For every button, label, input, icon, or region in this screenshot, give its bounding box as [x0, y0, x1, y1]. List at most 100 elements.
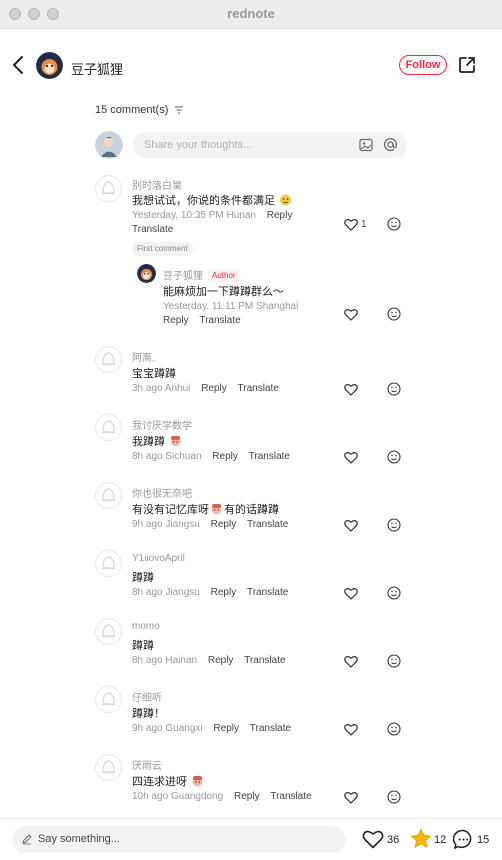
window-title: rednote [227, 6, 275, 21]
comment-text-body: 我蹲蹲 [132, 436, 165, 448]
reply-button[interactable]: Reply [208, 655, 234, 666]
comment-location: Hunan [226, 210, 256, 221]
translate-button[interactable]: Translate [244, 655, 285, 666]
emoji-reaction-icon[interactable] [387, 217, 401, 231]
heart-icon[interactable] [344, 587, 358, 600]
reply-button[interactable]: Reply [267, 210, 293, 221]
translate-button[interactable]: Translate [238, 383, 279, 394]
translate-button[interactable]: Translate [250, 723, 291, 734]
sort-icon[interactable] [174, 106, 184, 114]
author-avatar[interactable] [36, 52, 63, 79]
commenter-avatar[interactable] [95, 482, 122, 509]
collect-star-icon[interactable] [410, 828, 432, 849]
pencil-icon [22, 834, 32, 845]
translate-button[interactable]: Translate [270, 791, 311, 802]
commenter-name[interactable]: 你也很无奈吧 [132, 485, 192, 500]
commenter-name[interactable]: momo [132, 621, 160, 632]
heart-icon[interactable] [344, 791, 358, 804]
emoji-reaction-icon[interactable] [387, 790, 401, 804]
heart-icon[interactable] [344, 655, 358, 668]
commenter-avatar[interactable] [95, 618, 122, 645]
reply-author-name[interactable]: 豆子狐狸 [163, 271, 203, 282]
comment-meta: 9h ago Jiangsu Reply Translate [132, 519, 288, 530]
heart-icon[interactable] [344, 451, 358, 464]
comment-input[interactable]: Share your thoughts... [132, 132, 407, 158]
commenter-avatar[interactable] [95, 175, 122, 202]
like-heart-icon[interactable] [362, 829, 384, 849]
commenter-avatar[interactable] [95, 754, 122, 781]
author-badge: Author [208, 270, 240, 282]
translate-button[interactable]: Translate [247, 587, 288, 598]
mention-icon[interactable] [383, 137, 398, 152]
reply-button[interactable]: Reply [201, 383, 227, 394]
sticker-emoji-icon [211, 504, 222, 515]
comment-location: Anhui [164, 383, 191, 394]
reply-author-avatar[interactable] [137, 264, 156, 283]
comment-bubble-icon[interactable] [453, 829, 474, 850]
back-arrow-icon[interactable] [10, 54, 28, 76]
comment-time: Yesterday, 10:35 PM [132, 210, 224, 221]
comment-text: 蹲蹲 [132, 640, 154, 652]
commenter-avatar[interactable] [95, 550, 122, 577]
commenter-name[interactable]: 我讨厌学数学 [132, 417, 192, 432]
emoji-reaction-icon[interactable] [387, 586, 401, 600]
my-avatar [95, 131, 123, 159]
heart-icon[interactable] [344, 218, 358, 231]
commenter-name[interactable]: 仔细听 [132, 689, 162, 704]
heart-icon[interactable] [344, 383, 358, 396]
share-icon[interactable] [458, 56, 476, 74]
comment-time: 8h ago [132, 655, 163, 666]
reply-button[interactable]: Reply [234, 791, 260, 802]
translate-button[interactable]: Translate [132, 224, 173, 235]
sticker-emoji-icon [192, 776, 203, 787]
comment-count-label: 15 comment(s) [95, 104, 169, 116]
commenter-avatar[interactable] [95, 686, 122, 713]
emoji-reaction-icon[interactable] [387, 654, 401, 668]
reply-actions: Reply Translate [163, 315, 241, 326]
commenter-name[interactable]: 厌雨云 [132, 757, 162, 772]
heart-icon[interactable] [344, 308, 358, 321]
reply-button[interactable]: Reply [211, 519, 237, 530]
reply-author-line: 豆子狐狸 Author [163, 267, 240, 282]
emoji-reaction-icon[interactable] [387, 450, 401, 464]
commenter-name[interactable]: Y1iiovoApril [132, 553, 185, 564]
comment-text: 蹲蹲！ [132, 708, 165, 720]
comment-time: 3h ago [132, 383, 163, 394]
commenter-avatar[interactable] [95, 346, 122, 373]
emoji-reaction-icon[interactable] [387, 382, 401, 396]
emoji-reaction-icon[interactable] [387, 307, 401, 321]
image-icon[interactable] [359, 138, 373, 152]
comment-meta: 10h ago Guangdong Reply Translate [132, 791, 312, 802]
comment-text: 四连求进呀 [132, 773, 205, 789]
comment-time: 9h ago [132, 723, 163, 734]
bottom-action-bar: Say something... 36 12 15 [0, 818, 502, 860]
reply-button[interactable]: Reply [212, 451, 238, 462]
follow-button[interactable]: Follow [399, 55, 447, 75]
say-something-input[interactable]: Say something... [12, 826, 346, 853]
comment-location: Jiangsu [165, 587, 200, 598]
comment-time: 8h ago [132, 451, 163, 462]
reply-button[interactable]: Reply [211, 587, 237, 598]
comment-count[interactable]: 15 comment(s) [95, 104, 184, 116]
window-titlebar: rednote [0, 0, 502, 29]
commenter-avatar[interactable] [95, 414, 122, 441]
heart-icon[interactable] [344, 519, 358, 532]
translate-button[interactable]: Translate [249, 451, 290, 462]
commenter-name[interactable]: 别时落白棠 [132, 177, 182, 192]
comment-time: 8h ago [132, 587, 163, 598]
author-name[interactable]: 豆子狐狸 [71, 59, 123, 78]
emoji-reaction-icon[interactable] [387, 518, 401, 532]
like-total: 36 [387, 834, 400, 846]
comment-meta: 3h ago Anhui Reply Translate [132, 383, 279, 394]
translate-button[interactable]: Translate [199, 315, 240, 326]
reply-button[interactable]: Reply [163, 315, 189, 326]
comment-meta: Yesterday, 10:35 PM Hunan Reply [132, 210, 292, 221]
commenter-name[interactable]: 阿离. [132, 349, 155, 364]
post-header: 豆子狐狸 Follow [0, 28, 502, 104]
heart-icon[interactable] [344, 723, 358, 736]
translate-button[interactable]: Translate [247, 519, 288, 530]
comment-text-body: 我想试试，你说的条件都满足 [132, 195, 275, 207]
reply-button[interactable]: Reply [213, 723, 239, 734]
comment-location: Guangdong [170, 791, 224, 802]
emoji-reaction-icon[interactable] [387, 722, 401, 736]
